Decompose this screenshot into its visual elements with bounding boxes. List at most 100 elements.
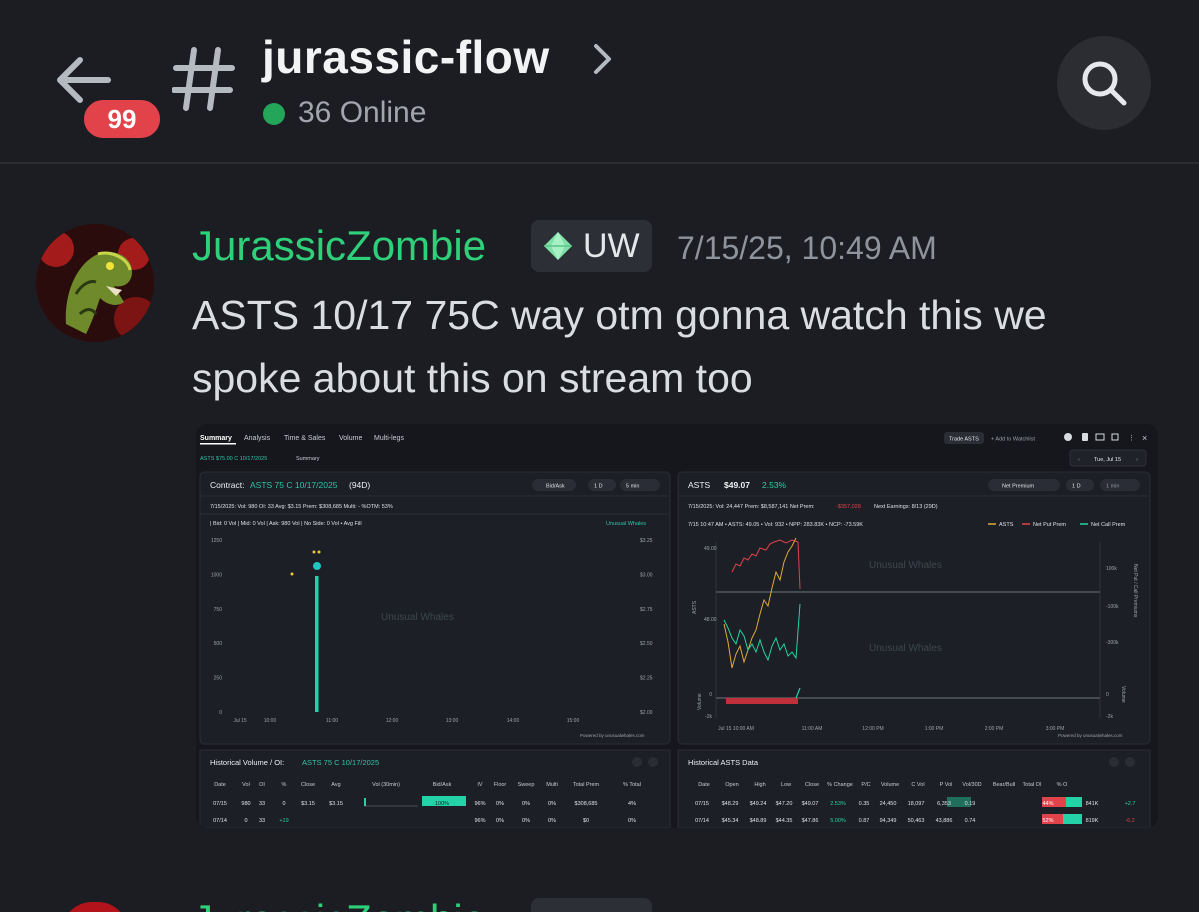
x-tick-label: Jul 15 10:00 AM (718, 726, 754, 732)
table-cell: 07/14 (695, 818, 709, 824)
right-range-dropdown[interactable]: 1 D (1072, 484, 1081, 490)
volume-tick-label: -2k (705, 714, 712, 720)
volume-axis-label-right: Volume (1120, 686, 1126, 703)
tab-volume[interactable]: Volume (339, 435, 362, 442)
y-tick-label: 0 (219, 710, 222, 716)
y-tick-label: 500 (214, 641, 223, 647)
x-tick-label: 12:00 (386, 718, 399, 724)
table-cell: 0% (496, 818, 504, 824)
column-header: Date (698, 782, 710, 788)
table-cell: $47.86 (802, 818, 819, 824)
next-day-icon[interactable]: › (1136, 457, 1138, 463)
prev-day-icon[interactable]: ‹ (1078, 457, 1080, 463)
y-tick-label-right: $3.00 (640, 572, 653, 578)
table-cell: 0 (282, 801, 285, 807)
column-header: Vol/30D (962, 782, 981, 788)
table-cell: 0 (244, 818, 247, 824)
next-message-avatar[interactable] (62, 902, 128, 912)
message-author[interactable]: JurassicZombie (192, 222, 486, 270)
premium-tick-label: -300k (1106, 640, 1119, 646)
ticker[interactable]: ASTS (688, 480, 711, 490)
contract-breadcrumb[interactable]: ASTS $75.00 C 10/17/2025 (200, 456, 267, 462)
search-button[interactable] (1057, 36, 1151, 130)
table-cell: 96% (474, 818, 485, 824)
tab-multi-legs[interactable]: Multi-legs (374, 435, 404, 442)
volume-tick-label-right: 0 (1106, 692, 1109, 698)
table-cell: 841K (1086, 801, 1099, 807)
table-cell: +2.7 (1125, 801, 1136, 807)
table-cell: $48.29 (722, 801, 739, 807)
column-header: OI (259, 782, 265, 788)
legend-net-put: Net Put Prem (1033, 522, 1066, 528)
right-legend: ASTS Net Put Prem Net Call Prem (988, 522, 1126, 528)
add-to-watchlist[interactable]: + Add to Watchlist (991, 437, 1035, 443)
powered-by-left: Powered by unusualwhales.com (580, 733, 645, 738)
fill-legend: | Bid: 0 Vol | Mid: 0 Vol | Ask: 980 Vol… (210, 521, 362, 527)
unread-badge: 99 (80, 96, 164, 142)
table-cell: $49.24 (750, 801, 767, 807)
table-cell: 100% (435, 801, 449, 807)
table-cell: 0.35 (859, 801, 870, 807)
column-header: High (754, 782, 765, 788)
y-tick-label: 1000 (211, 572, 222, 578)
side-dropdown[interactable]: Bid/Ask (546, 484, 565, 490)
metric-dropdown[interactable]: Net Premium (1002, 484, 1035, 490)
volume-axis-label: Volume (697, 693, 703, 710)
tab-summary[interactable]: Summary (200, 435, 232, 442)
next-message-author[interactable]: JurassicZombie (192, 896, 532, 912)
column-header: % Total (623, 782, 641, 788)
column-header: Multi (546, 782, 558, 788)
column-header: Bear/Bull (993, 782, 1015, 788)
table-cell: 44% (1042, 801, 1053, 807)
x-tick-label: 2:00 PM (985, 726, 1004, 732)
tab-time-sales[interactable]: Time & Sales (284, 435, 326, 442)
column-header: C Vol (911, 782, 924, 788)
y-tick-label-right: $2.25 (640, 676, 653, 682)
table-cell: 0% (548, 801, 556, 807)
column-header: P/C (861, 782, 870, 788)
more-icon[interactable]: ⋮ (1128, 435, 1135, 442)
table-cell: 43,886 (936, 818, 953, 824)
search-icon (1082, 61, 1127, 106)
table-cell: 94,349 (880, 818, 897, 824)
left-table-contract[interactable]: ASTS 75 C 10/17/2025 (302, 758, 379, 767)
interval-dropdown[interactable]: 5 min (626, 484, 639, 490)
column-header: % Change (827, 782, 853, 788)
next-message-tag (531, 898, 652, 912)
table-cell: $45.34 (722, 818, 739, 824)
price-tick-label: 48.00 (704, 617, 717, 623)
right-interval-dropdown[interactable]: 1 min (1106, 484, 1119, 490)
table-cell: 24,450 (880, 801, 897, 807)
table-cell: 50,463 (908, 818, 925, 824)
column-header: Vol (30min) (372, 782, 400, 788)
y-tick-label: 750 (214, 607, 223, 613)
price-tick-label: 49.00 (704, 546, 717, 552)
tab-analysis[interactable]: Analysis (244, 435, 271, 442)
close-icon[interactable]: × (1142, 433, 1147, 443)
server-tag[interactable]: UW (531, 220, 652, 272)
table-cell: 5.00% (830, 818, 846, 824)
table-cell: 0% (522, 801, 530, 807)
column-header: Total Prem (573, 782, 600, 788)
contract-name[interactable]: ASTS 75 C 10/17/2025 (250, 480, 338, 490)
attached-image[interactable]: Summary Analysis Time & Sales Volume Mul… (196, 424, 1158, 828)
avatar[interactable] (36, 224, 154, 342)
volume-bar (315, 576, 319, 712)
premium-tick-label: 100k (1106, 566, 1117, 572)
volume-tick-label: 0 (709, 692, 712, 698)
avg-fill-marker (313, 562, 321, 570)
column-header: Bid/Ask (433, 782, 452, 788)
trade-button[interactable]: Trade ASTS (949, 437, 979, 443)
table-cell: 0% (548, 818, 556, 824)
column-header: Close (301, 782, 315, 788)
range-dropdown[interactable]: 1 D (594, 484, 603, 490)
date-picker[interactable]: Tue, Jul 15 (1094, 457, 1121, 463)
table-cell: $3.15 (301, 801, 315, 807)
powered-by-right: Powered by unusualwhales.com (1058, 733, 1123, 738)
table-cell: 07/14 (213, 818, 227, 824)
table-cell: 96% (474, 801, 485, 807)
column-header: Avg (331, 782, 340, 788)
chevron-right-icon[interactable] (592, 42, 614, 76)
channel-title[interactable]: jurassic-flow (262, 30, 550, 84)
x-tick-label: 10:00 (264, 718, 277, 724)
